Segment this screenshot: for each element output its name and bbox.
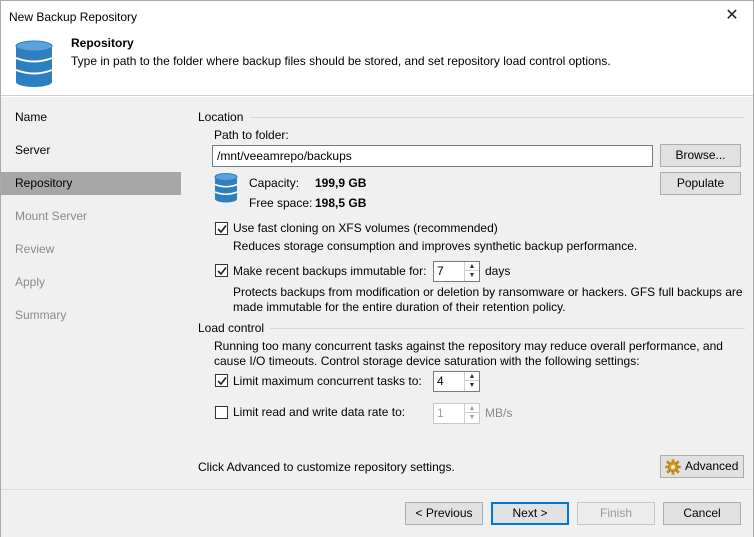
sidebar-item-name[interactable]: Name	[1, 106, 181, 129]
spin-down-icon: ▼	[468, 414, 476, 421]
fast-clone-description: Reduces storage consumption and improves…	[233, 239, 638, 253]
limit-tasks-checkbox[interactable]	[215, 374, 228, 387]
path-label: Path to folder:	[214, 128, 289, 142]
wizard-header: Repository Type in path to the folder wh…	[1, 32, 753, 96]
limit-tasks-value[interactable]: 4	[437, 372, 444, 391]
limit-rate-value[interactable]: 1	[437, 404, 444, 423]
load-control-divider	[270, 328, 745, 329]
checkmark-icon	[217, 267, 227, 276]
previous-button[interactable]: < Previous	[405, 502, 483, 525]
spin-up-icon: ▲	[465, 404, 479, 413]
location-divider	[250, 117, 745, 118]
browse-button[interactable]: Browse...	[660, 144, 741, 167]
limit-tasks-label[interactable]: Limit maximum concurrent tasks to:	[233, 374, 422, 388]
load-control-description-line2: cause I/O timeouts. Control storage devi…	[214, 354, 640, 368]
sidebar-item-mount-server: Mount Server	[15, 209, 88, 223]
spin-up-icon[interactable]: ▲	[465, 262, 479, 271]
free-space-label: Free space:	[249, 196, 313, 210]
limit-rate-stepper[interactable]: 1 ▲ ▼	[433, 403, 480, 424]
sidebar-item-apply: Apply	[15, 275, 46, 289]
wizard-steps-sidebar: Name Server Repository Mount Server Revi…	[1, 97, 182, 489]
load-control-group-label: Load control	[198, 321, 265, 335]
free-space-value: 198,5 GB	[315, 196, 367, 210]
immutable-days-stepper[interactable]: 7 ▲ ▼	[433, 261, 480, 282]
immutable-description-line1: Protects backups from modification or de…	[233, 285, 743, 299]
immutable-unit: days	[485, 264, 511, 278]
sidebar-item-summary: Summary	[15, 308, 67, 322]
limit-rate-label[interactable]: Limit read and write data rate to:	[233, 405, 405, 419]
checkmark-icon	[217, 225, 227, 234]
fast-clone-label[interactable]: Use fast cloning on XFS volumes (recomme…	[233, 221, 498, 235]
window-title: New Backup Repository	[9, 10, 138, 24]
immutable-label[interactable]: Make recent backups immutable for:	[233, 264, 426, 278]
spin-up-icon[interactable]: ▲	[465, 372, 479, 381]
advanced-button-label: Advanced	[685, 459, 739, 473]
sidebar-item-server[interactable]: Server	[1, 139, 181, 162]
capacity-value: 199,9 GB	[315, 176, 367, 190]
checkmark-icon	[217, 377, 227, 386]
limit-rate-checkbox[interactable]	[215, 406, 228, 419]
sidebar-item-repository[interactable]: Repository	[1, 172, 181, 195]
spin-down-icon[interactable]: ▼	[465, 271, 479, 280]
advanced-button[interactable]: Advanced	[660, 455, 744, 478]
new-backup-repository-window: New Backup Repository ✕ Repository Type …	[0, 0, 754, 537]
immutable-description-line2: made immutable for the entire duration o…	[233, 300, 566, 314]
load-control-description-line1: Running too many concurrent tasks agains…	[214, 339, 723, 353]
title-bar: New Backup Repository ✕	[1, 1, 753, 32]
step-title: Repository	[71, 36, 134, 50]
spin-down-icon[interactable]: ▼	[465, 381, 479, 390]
database-icon	[15, 40, 53, 87]
finish-button: Finish	[577, 502, 655, 525]
limit-rate-unit: MB/s	[485, 406, 513, 420]
capacity-label: Capacity:	[249, 176, 300, 190]
wizard-footer: < Previous Next > Finish Cancel	[1, 489, 753, 537]
close-icon[interactable]: ✕	[721, 5, 743, 27]
step-description: Type in path to the folder where backup …	[71, 54, 611, 68]
immutable-checkbox[interactable]	[215, 264, 228, 277]
immutable-days-value[interactable]: 7	[437, 262, 444, 281]
database-small-icon	[214, 173, 238, 203]
next-button[interactable]: Next >	[491, 502, 569, 525]
repository-settings-panel: Location Path to folder: /mnt/veeamrepo/…	[182, 97, 753, 489]
advanced-hint: Click Advanced to customize repository s…	[198, 460, 455, 474]
cancel-button[interactable]: Cancel	[663, 502, 741, 525]
fast-clone-checkbox[interactable]	[215, 222, 228, 235]
path-input[interactable]: /mnt/veeamrepo/backups	[212, 145, 653, 167]
location-group-label: Location	[198, 110, 244, 124]
populate-button[interactable]: Populate	[660, 172, 741, 195]
sidebar-item-review: Review	[15, 242, 55, 256]
gear-icon	[665, 459, 681, 475]
limit-tasks-stepper[interactable]: 4 ▲ ▼	[433, 371, 480, 392]
